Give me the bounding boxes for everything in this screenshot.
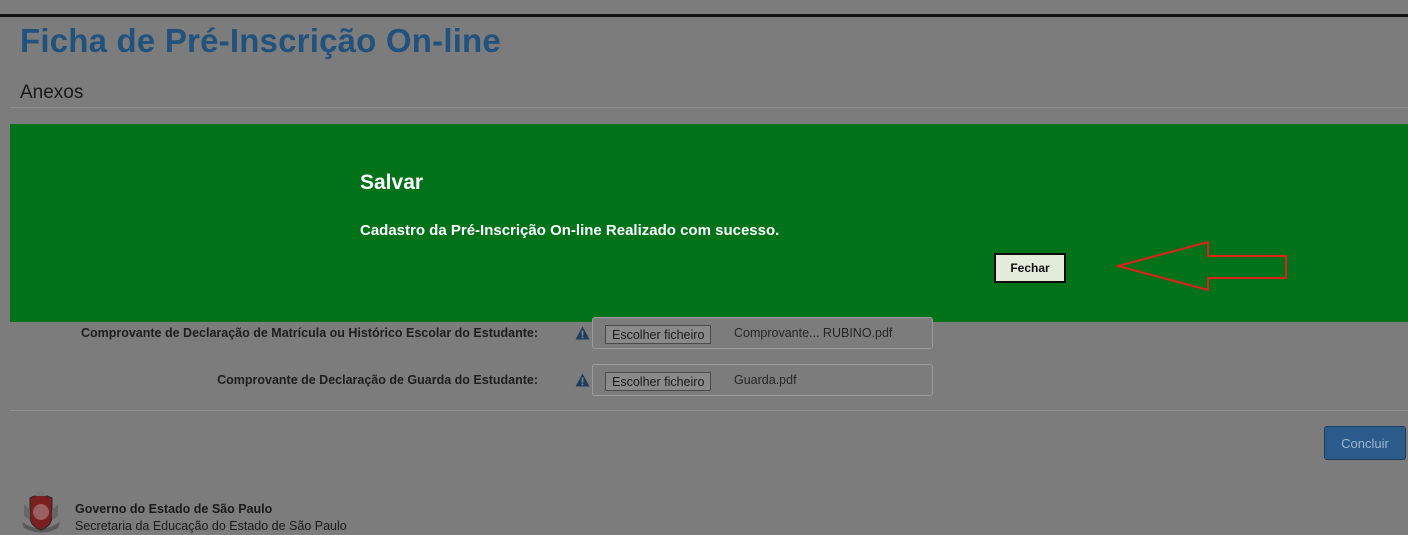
footer-department: Secretaria da Educação do Estado de São … bbox=[75, 519, 347, 533]
red-arrow-left-icon bbox=[1116, 240, 1287, 292]
field-label: Comprovante de Declaração de Matrícula o… bbox=[80, 326, 538, 340]
field-label: Comprovante de Declaração de Guarda do E… bbox=[217, 373, 538, 387]
warning-triangle-icon bbox=[575, 326, 590, 340]
page-title: Ficha de Pré-Inscrição On-line bbox=[20, 22, 501, 59]
actions-divider bbox=[10, 410, 1408, 411]
warning-triangle-icon bbox=[575, 373, 590, 387]
section-title: Anexos bbox=[20, 82, 84, 103]
footer-government: Governo do Estado de São Paulo bbox=[75, 502, 273, 516]
section-divider bbox=[10, 107, 1408, 108]
sp-coat-of-arms-icon bbox=[22, 490, 60, 533]
choose-file-button[interactable]: Escolher ficheiro bbox=[605, 325, 712, 344]
modal-message: Cadastro da Pré-Inscrição On-line Realiz… bbox=[360, 222, 780, 239]
choose-file-button[interactable]: Escolher ficheiro bbox=[605, 372, 712, 391]
file-name: Guarda.pdf bbox=[734, 373, 797, 387]
field-row-matricula: Comprovante de Declaração de Matrícula o… bbox=[0, 317, 960, 351]
field-row-guarda: Comprovante de Declaração de Guarda do E… bbox=[0, 364, 960, 398]
modal-title: Salvar bbox=[360, 171, 424, 194]
file-name: Comprovante... RUBINO.pdf bbox=[734, 326, 893, 340]
file-input[interactable]: Escolher ficheiro Guarda.pdf bbox=[592, 364, 933, 396]
top-border bbox=[0, 14, 1408, 17]
close-button[interactable]: Fechar bbox=[994, 253, 1066, 283]
file-input[interactable]: Escolher ficheiro Comprovante... RUBINO.… bbox=[592, 317, 933, 349]
concluir-button[interactable]: Concluir bbox=[1324, 426, 1406, 460]
